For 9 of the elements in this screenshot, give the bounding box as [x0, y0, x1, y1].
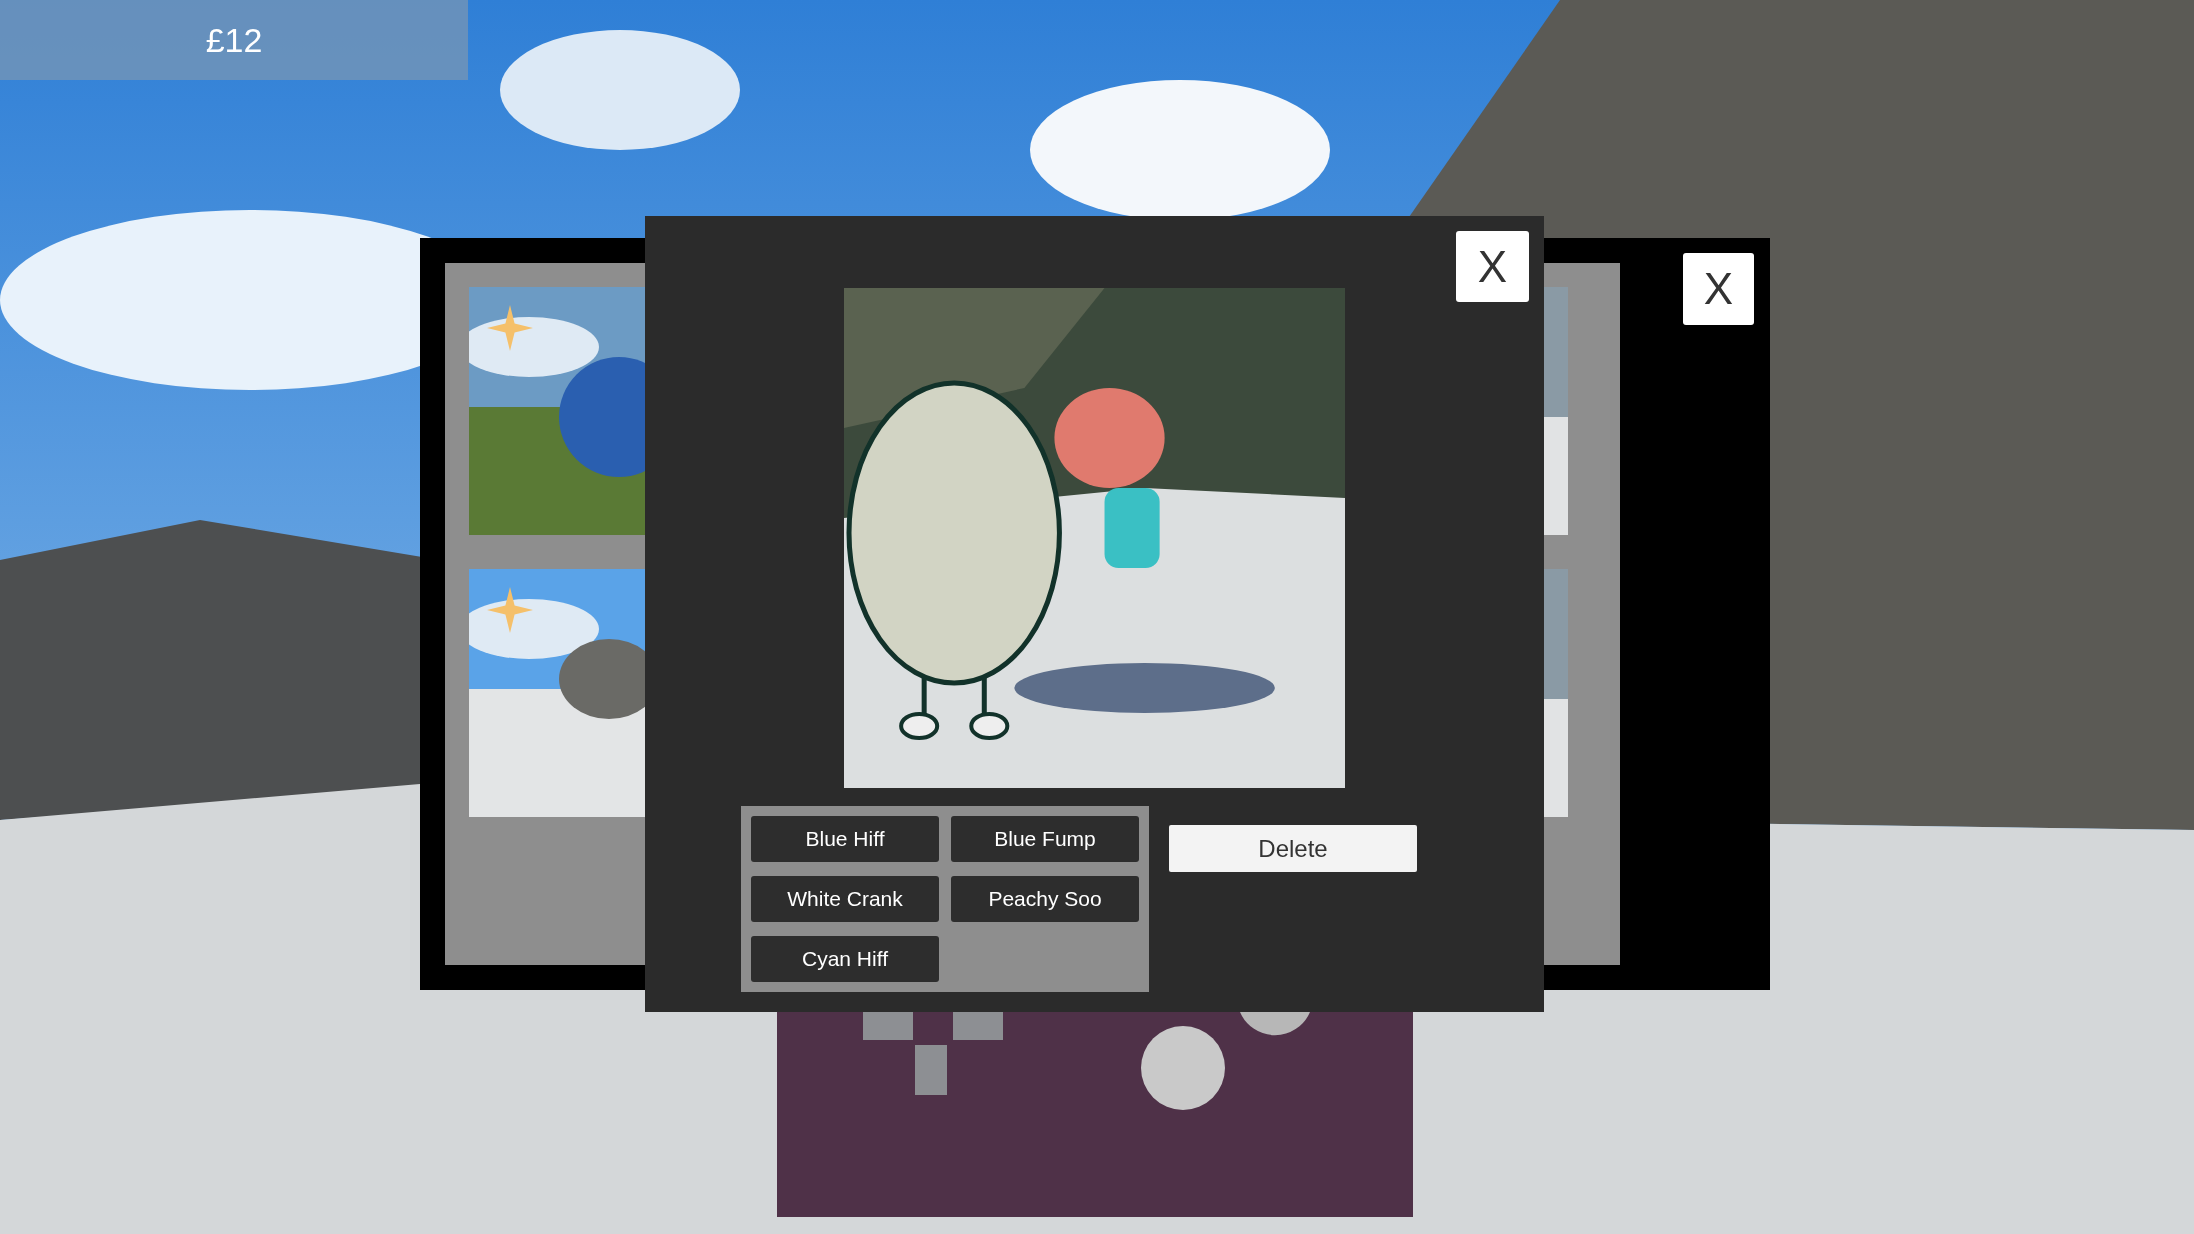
tag-button[interactable]: Blue Fump [951, 816, 1139, 862]
tag-button[interactable]: Peachy Soo [951, 876, 1139, 922]
tag-button[interactable]: Blue Hiff [751, 816, 939, 862]
close-button[interactable]: X [1683, 253, 1754, 325]
close-button[interactable]: X [1456, 231, 1529, 302]
tag-button[interactable]: Cyan Hiff [751, 936, 939, 982]
money-amount: £12 [205, 20, 263, 60]
delete-button[interactable]: Delete [1169, 825, 1417, 872]
tag-button[interactable]: White Crank [751, 876, 939, 922]
